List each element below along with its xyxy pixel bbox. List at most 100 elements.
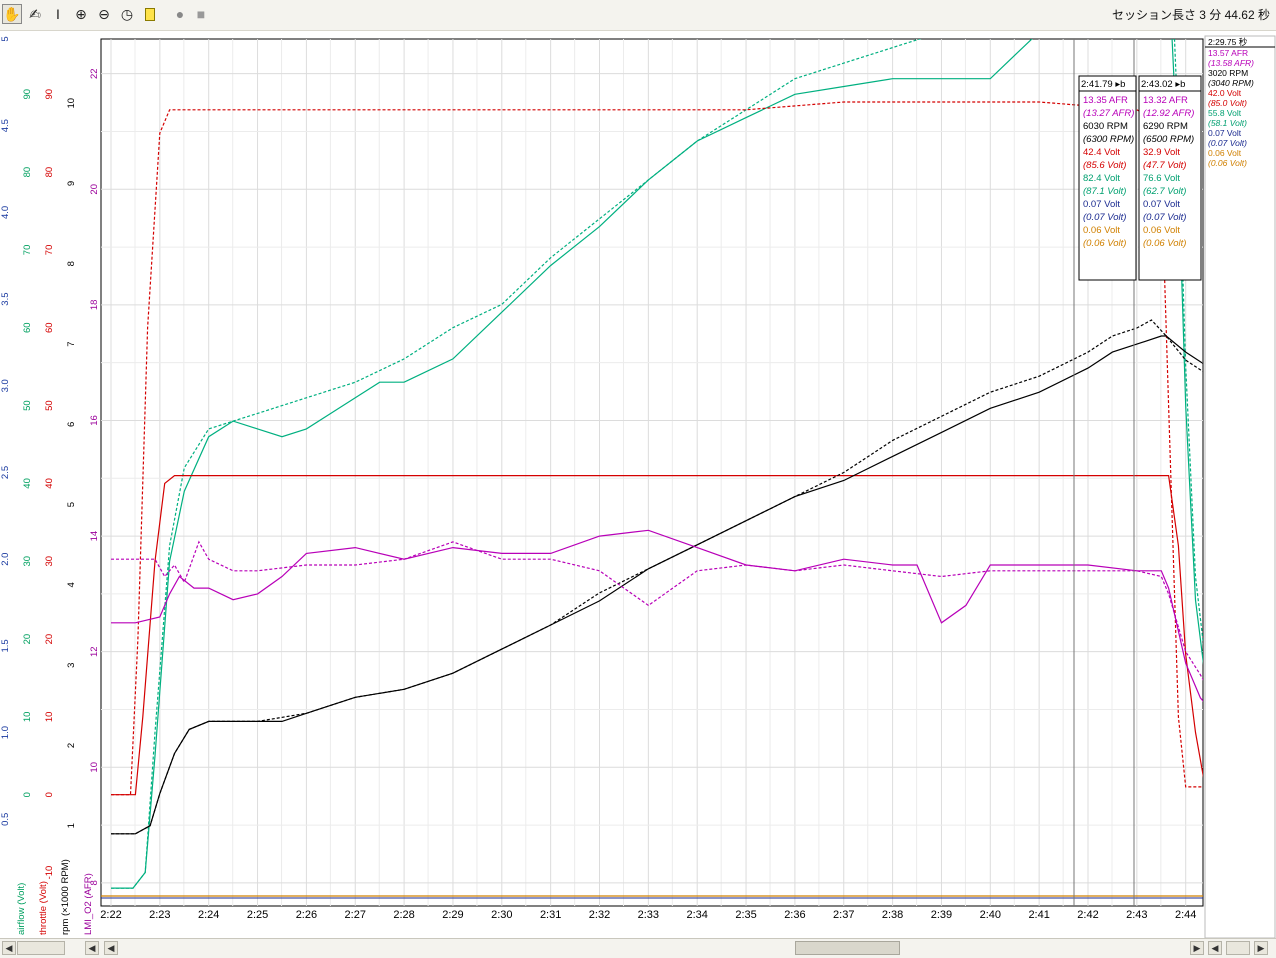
x-tick-label: 2:23 (149, 909, 170, 921)
right-panel-bg (1204, 35, 1276, 938)
scroll-last-icon[interactable]: ▶ (1254, 941, 1268, 955)
x-tick-label: 2:36 (784, 909, 805, 921)
x-tick-label: 2:24 (198, 909, 219, 921)
scroll-left-icon-2[interactable]: ◀ (104, 941, 118, 955)
x-tick-label: 2:38 (882, 909, 903, 921)
cursor-value: 0.06 Volt (1143, 225, 1180, 236)
y-tick-label: 70 (44, 245, 55, 256)
cursor-value: 76.6 Volt (1143, 173, 1180, 184)
clock-icon[interactable]: ◷ (117, 4, 137, 24)
record-icon[interactable]: ● (170, 4, 190, 24)
y-tick-label: 60 (44, 322, 55, 333)
y-tick-label: 10 (89, 762, 100, 773)
hand-icon[interactable]: ✋ (2, 4, 22, 24)
y-tick-label: -10 (44, 866, 55, 880)
x-tick-label: 2:41 (1028, 909, 1049, 921)
x-tick-label: 2:44 (1175, 909, 1196, 921)
cursor-value: 0.07 Volt (1083, 199, 1120, 210)
right-panel-value: (0.06 Volt) (1208, 158, 1247, 168)
y-tick-label: 90 (22, 89, 33, 100)
y-tick-label: 18 (89, 300, 100, 311)
toolbar: ✋ ✍ I ⊕ ⊖ ◷ ● ■ セッション長さ 3 分 44.62 秒 (0, 0, 1276, 31)
cursor-value: 6290 RPM (1143, 121, 1188, 132)
cursor-value: (0.06 Volt) (1143, 238, 1186, 249)
y-tick-label: 70 (22, 245, 33, 256)
scroll-right-icon-2[interactable]: ◀ (1208, 941, 1222, 955)
y-tick-label: 0 (44, 792, 55, 797)
x-tick-label: 2:39 (931, 909, 952, 921)
y-axis-title: LMI_O2 (AFR) (83, 873, 94, 935)
cursor-value: (62.7 Volt) (1143, 186, 1186, 197)
y-tick-label: 30 (22, 556, 33, 567)
right-panel-value: (13.58 AFR) (1208, 58, 1254, 68)
y-tick-label: 0 (22, 792, 33, 797)
scroll-track-right[interactable] (1226, 941, 1250, 955)
scroll-track-left[interactable] (17, 941, 65, 955)
y-tick-label: 10 (44, 712, 55, 723)
y-tick-label: 22 (89, 68, 100, 79)
y-tick-label: 4.0 (0, 206, 11, 219)
x-tick-label: 2:33 (638, 909, 659, 921)
y-tick-label: 40 (44, 478, 55, 489)
y-tick-label: 20 (22, 634, 33, 645)
right-panel-value: (85.0 Volt) (1208, 98, 1247, 108)
right-panel-value: 42.0 Volt (1208, 88, 1242, 98)
grab-icon[interactable]: ✍ (25, 4, 45, 24)
scroll-right-icon[interactable]: ▶ (1190, 941, 1204, 955)
right-panel-value: 3020 RPM (1208, 68, 1248, 78)
y-tick-label: 20 (89, 184, 100, 195)
y-tick-label: 50 (22, 400, 33, 411)
stop-icon[interactable]: ■ (191, 4, 211, 24)
y-tick-label: 5 (66, 502, 77, 507)
y-tick-label: 2.0 (0, 553, 11, 566)
y-tick-label: 4 (66, 582, 77, 587)
notes-icon[interactable] (140, 4, 160, 24)
y-tick-label: 60 (22, 322, 33, 333)
x-tick-label: 2:25 (247, 909, 268, 921)
cursor-value: 0.07 Volt (1143, 199, 1180, 210)
right-panel-value: 13.57 AFR (1208, 48, 1248, 58)
x-tick-label: 2:31 (540, 909, 561, 921)
x-tick-label: 2:30 (491, 909, 512, 921)
right-panel-value: (3040 RPM) (1208, 78, 1254, 88)
cursor-time: 2:43.02 ▸b (1141, 79, 1185, 90)
scroll-thumb[interactable] (795, 941, 900, 955)
chart-area[interactable]: 2:22 2:23 2:24 2:25 2:26 2:27 2:28 2:29 2:30 2:31… (0, 30, 1276, 938)
plot-frame (100, 38, 1204, 907)
y-tick-label: 0.5 (0, 813, 11, 826)
right-panel-value: (58.1 Volt) (1208, 118, 1247, 128)
x-tick-label: 2:29 (442, 909, 463, 921)
scroll-left-icon[interactable]: ◀ (85, 941, 99, 955)
text-cursor-icon[interactable]: I (48, 4, 68, 24)
y-tick-label: 3 (66, 663, 77, 668)
cursor-value: (0.07 Volt) (1083, 212, 1126, 223)
horizontal-scrollbar[interactable]: ◀ ◀ ◀ ▶ ◀ ▶ (0, 938, 1276, 958)
y-tick-label: 90 (44, 89, 55, 100)
cursor-value: (6300 RPM) (1083, 134, 1134, 145)
cursor-value: 0.06 Volt (1083, 225, 1120, 236)
cursor-value: 6030 RPM (1083, 121, 1128, 132)
cursor-value: (13.27 AFR) (1083, 108, 1134, 119)
y-tick-label: 3.5 (0, 292, 11, 305)
x-tick-label: 2:42 (1077, 909, 1098, 921)
right-panel-time: 2:29.75 秒 (1208, 37, 1248, 47)
y-tick-label: 2.5 (0, 466, 11, 479)
y-tick-label: 10 (66, 98, 77, 109)
zoom-out-icon[interactable]: ⊖ (94, 4, 114, 24)
cursor-readout-2: 2:43.02 ▸b 13.32 AFR (12.92 AFR) 6290 RPM (6… (1138, 75, 1202, 281)
right-value-panel: 2:29.75 秒13.57 AFR(13.58 AFR)3020 RPM(30… (1204, 35, 1276, 938)
y-tick-label: 14 (89, 531, 100, 542)
zoom-in-icon[interactable]: ⊕ (71, 4, 91, 24)
right-panel-value: 55.8 Volt (1208, 108, 1242, 118)
cursor-value: 32.9 Volt (1143, 147, 1180, 158)
y-tick-label: 1.0 (0, 726, 11, 739)
cursor-readout-1: 2:41.79 ▸b 13.35 AFR (13.27 AFR) 6030 RPM (6… (1078, 75, 1137, 281)
x-tick-label: 2:22 (100, 909, 121, 921)
y-tick-label: 80 (44, 167, 55, 178)
x-tick-label: 2:35 (735, 909, 756, 921)
right-panel-value: (0.07 Volt) (1208, 138, 1247, 148)
y-tick-label: 1 (66, 823, 77, 828)
x-tick-label: 2:43 (1126, 909, 1147, 921)
cursor-time: 2:41.79 ▸b (1081, 79, 1125, 90)
scroll-first-icon[interactable]: ◀ (2, 941, 16, 955)
